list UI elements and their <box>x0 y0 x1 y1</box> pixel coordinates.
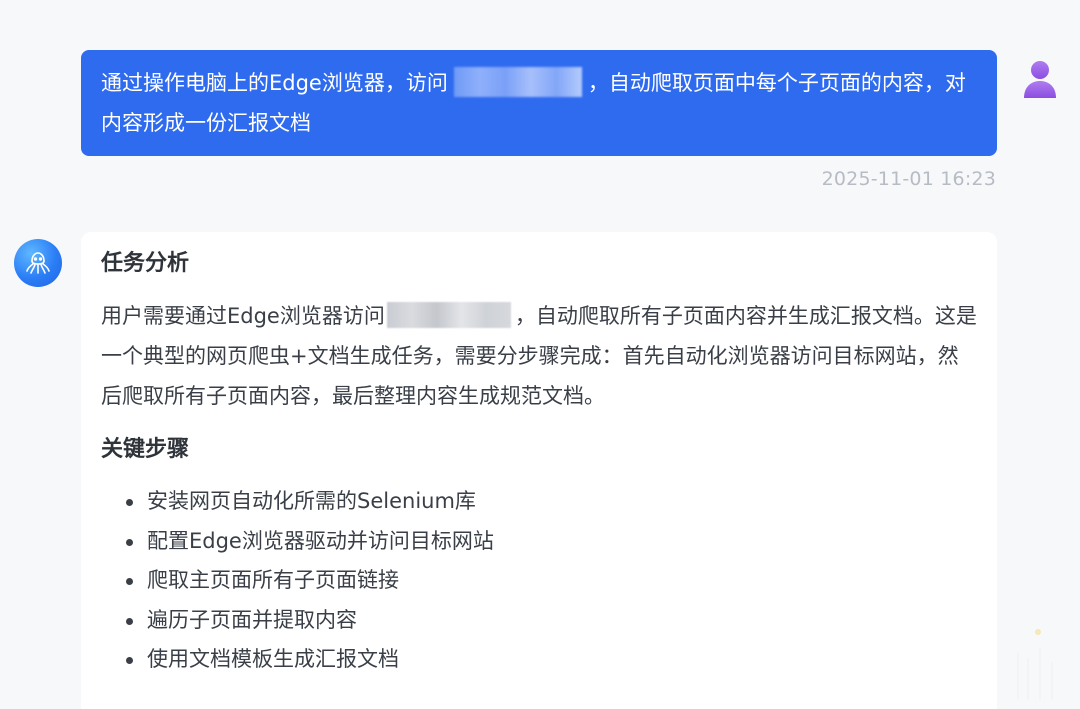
assistant-message-card: 任务分析 用户需要通过Edge浏览器访问 ，自动爬取所有子页面内容并生成汇报文档。… <box>81 232 997 709</box>
list-item: 爬取主页面所有子页面链接 <box>101 561 977 601</box>
steps-heading: 关键步骤 <box>101 437 190 462</box>
bullet-icon <box>126 499 133 506</box>
list-item: 遍历子页面并提取内容 <box>101 601 977 641</box>
user-icon <box>1024 61 1056 98</box>
assistant-avatar[interactable] <box>14 239 62 287</box>
bullet-icon <box>126 617 133 625</box>
bullet-icon <box>126 657 133 664</box>
user-message-bubble: 通过操作电脑上的Edge浏览器，访问 ，自动爬取页面中每个子页面的内容，对内容形成… <box>81 50 997 156</box>
chat-view: 通过操作电脑上的Edge浏览器，访问 ，自动爬取页面中每个子页面的内容，对内容形成… <box>0 0 1080 709</box>
step-text: 配置Edge浏览器驱动并访问目标网站 <box>147 528 494 553</box>
sparkle-decoration-icon <box>1017 629 1053 700</box>
user-avatar[interactable] <box>1022 60 1058 100</box>
step-text: 爬取主页面所有子页面链接 <box>147 568 399 592</box>
steps-list: 安装网页自动化所需的Selenium库 配置Edge浏览器驱动并访问目标网站 爬… <box>101 482 977 680</box>
redacted-url <box>386 302 511 328</box>
octopus-icon <box>26 252 50 274</box>
bullet-icon <box>126 578 133 585</box>
step-text: 安装网页自动化所需的Selenium库 <box>147 489 476 513</box>
step-text: 使用文档模板生成汇报文档 <box>147 647 399 671</box>
step-text: 遍历子页面并提取内容 <box>147 607 357 632</box>
redacted-url <box>453 67 582 97</box>
list-item: 配置Edge浏览器驱动并访问目标网站 <box>101 522 977 562</box>
message-timestamp: 2025-11-01 16:23 <box>821 168 996 190</box>
analysis-heading: 任务分析 <box>101 251 190 276</box>
analysis-text-start: 用户需要通过Edge浏览器访问 <box>101 304 385 328</box>
list-item: 安装网页自动化所需的Selenium库 <box>101 482 977 522</box>
analysis-paragraph: 用户需要通过Edge浏览器访问 ，自动爬取所有子页面内容并生成汇报文档。这是一个典… <box>101 296 977 416</box>
user-message-text-start: 通过操作电脑上的Edge浏览器，访问 <box>101 71 448 95</box>
bullet-icon <box>126 538 133 546</box>
list-item: 使用文档模板生成汇报文档 <box>101 640 977 680</box>
